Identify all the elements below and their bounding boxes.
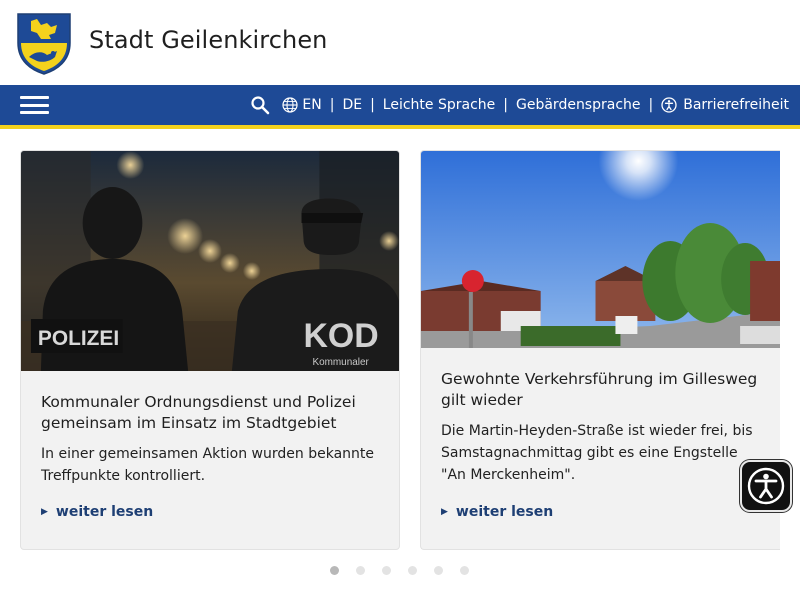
read-more-link[interactable]: ▶ weiter lesen — [441, 504, 553, 520]
kod-sublabel: Kommunaler — [312, 357, 369, 368]
hamburger-menu-icon[interactable] — [20, 95, 49, 115]
read-more-label: weiter lesen — [55, 504, 154, 520]
nav-separator: | — [329, 97, 335, 113]
nav-separator: | — [370, 97, 375, 113]
site-header: Stadt Geilenkirchen — [0, 0, 800, 85]
city-crest-icon[interactable] — [17, 13, 71, 75]
service-nav: EN | DE | Leichte Sprache | Gebärdenspra… — [250, 85, 789, 125]
triangle-right-icon: ▶ — [441, 507, 448, 517]
carousel-dot[interactable] — [460, 566, 469, 575]
easy-language-link[interactable]: Leichte Sprache — [383, 97, 495, 113]
kod-label: KOD — [304, 317, 379, 355]
carousel-dot[interactable] — [382, 566, 391, 575]
sign-language-link[interactable]: Gebärdensprache — [516, 97, 641, 113]
navbar-accent-stripe — [0, 125, 800, 129]
carousel-dot[interactable] — [408, 566, 417, 575]
carousel-dot[interactable] — [356, 566, 365, 575]
accessibility-person-icon — [747, 467, 785, 505]
search-icon[interactable] — [250, 95, 270, 115]
accessibility-icon — [661, 97, 677, 113]
news-card[interactable]: Gewohnte Verkehrsführung im Gillesweg gi… — [420, 150, 780, 550]
nav-separator: | — [648, 97, 654, 113]
police-patrol-image[interactable]: POLIZEI KOD Kommunaler — [21, 151, 399, 371]
news-card-title[interactable]: Gewohnte Verkehrsführung im Gillesweg gi… — [441, 369, 764, 411]
carousel-dot[interactable] — [330, 566, 339, 575]
globe-icon — [282, 97, 298, 113]
read-more-label: weiter lesen — [455, 504, 554, 520]
lang-en-link[interactable]: EN — [302, 97, 321, 113]
carousel-dot[interactable] — [434, 566, 443, 575]
news-card-title[interactable]: Kommunaler Ordnungsdienst und Polizei ge… — [41, 392, 383, 434]
nav-separator: | — [503, 97, 508, 113]
site-title[interactable]: Stadt Geilenkirchen — [89, 26, 328, 54]
triangle-right-icon: ▶ — [41, 507, 48, 517]
police-label: POLIZEI — [38, 327, 119, 350]
read-more-link[interactable]: ▶ weiter lesen — [41, 504, 153, 520]
news-card-teaser: In einer gemeinsamen Aktion wurden bekan… — [41, 446, 375, 484]
carousel-pagination — [330, 566, 486, 575]
lang-de-link[interactable]: DE — [342, 97, 362, 113]
accessibility-link[interactable]: Barrierefreiheit — [683, 97, 789, 113]
news-card[interactable]: POLIZEI KOD Kommunaler Kommunaler Ordnun… — [20, 150, 400, 550]
street-scene-image[interactable] — [421, 151, 780, 348]
accessibility-widget-button[interactable] — [740, 460, 792, 512]
news-card-teaser: Die Martin-Heyden-Straße ist wieder frei… — [441, 423, 753, 483]
